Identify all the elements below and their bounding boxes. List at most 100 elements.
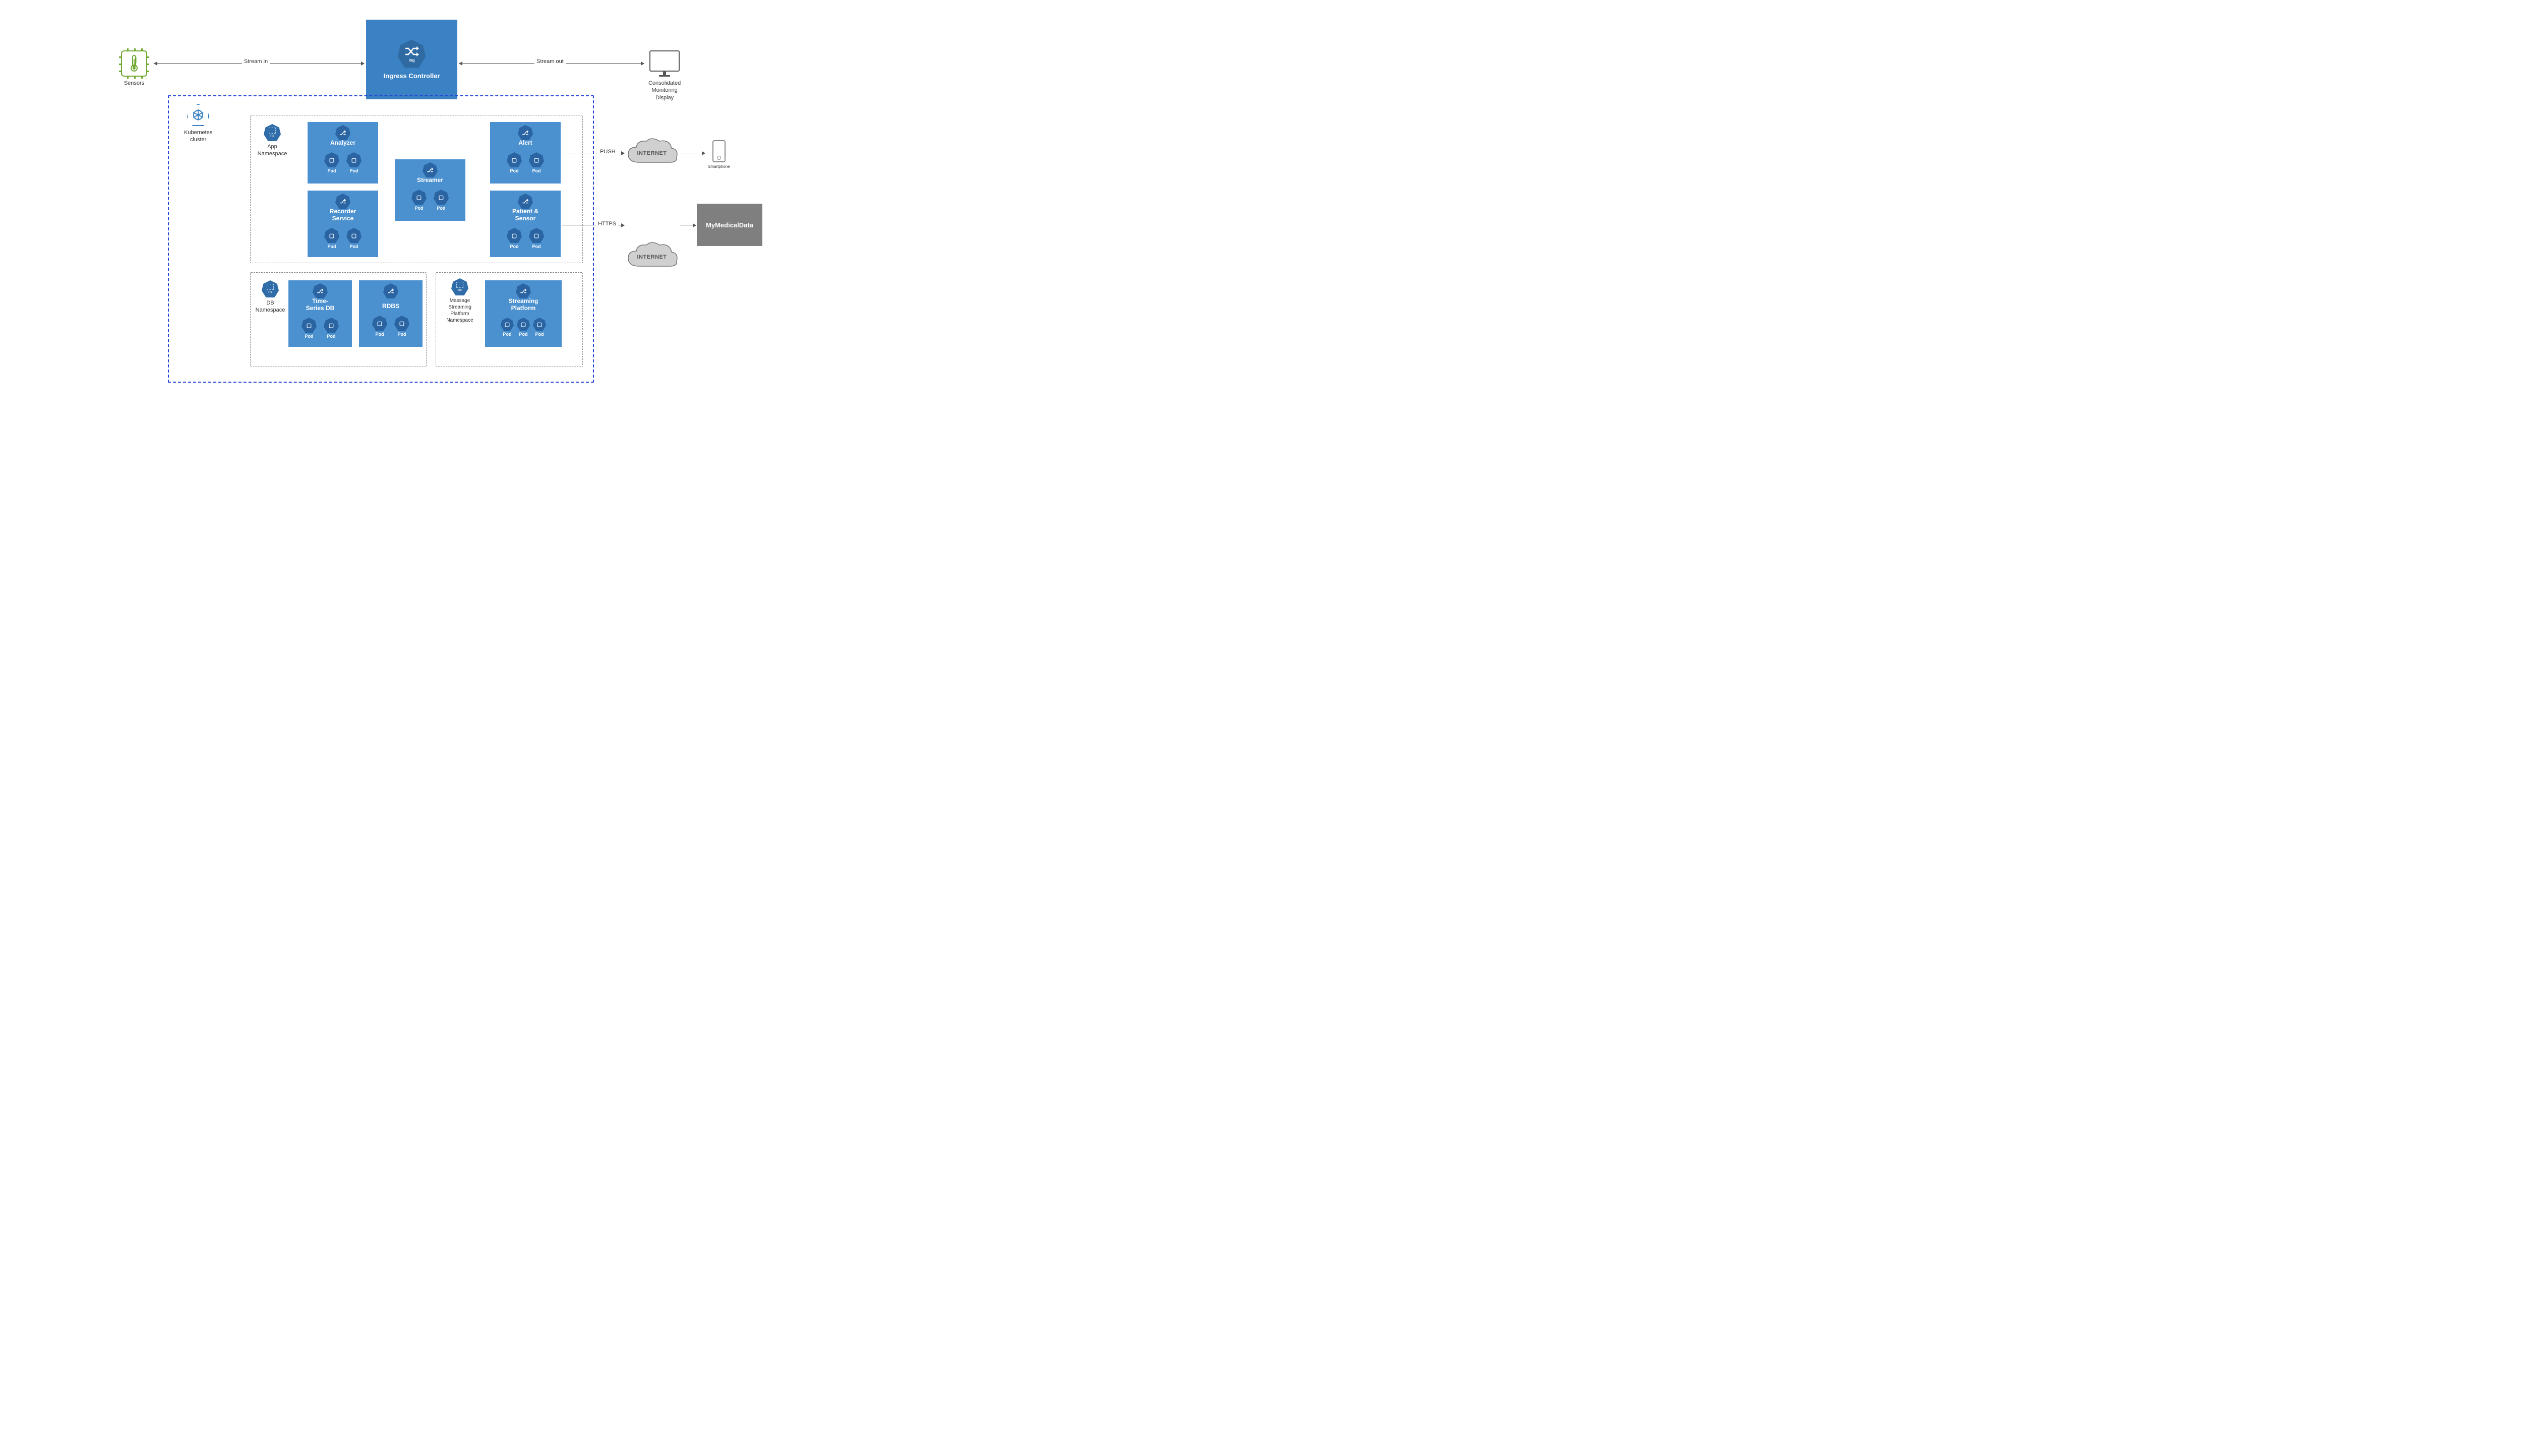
- service-streaming-platform: ⎇ Streaming Platform ▢Pod ▢Pod ▢Pod: [485, 280, 562, 347]
- smartphone-icon: [712, 140, 726, 162]
- pod-icon: ▢: [372, 316, 387, 331]
- internet-cloud-1: INTERNET: [624, 137, 680, 169]
- service-title: Alert: [490, 139, 561, 146]
- pod-icon: ▢: [324, 152, 339, 167]
- edge-https-label: HTTPS: [596, 221, 618, 227]
- pod-label: Pod: [415, 206, 424, 211]
- pod-icon: ▢: [394, 316, 409, 331]
- ingress-badge: ing: [409, 58, 415, 63]
- pod: ▢Pod: [302, 318, 317, 339]
- service-rdbs: ⎇ RDBS ▢Pod ▢Pod: [359, 280, 423, 347]
- pod-label: Pod: [510, 168, 519, 173]
- ingress-hept-icon: ing: [398, 40, 426, 68]
- pod: ▢Pod: [434, 190, 449, 211]
- smartphone-node: Smartphone: [708, 140, 730, 169]
- pod-icon: ▢: [324, 228, 339, 243]
- service-icon: ⎇: [335, 125, 350, 140]
- service-streamer: ⎇ Streamer ▢Pod ▢Pod: [395, 159, 465, 221]
- service-icon: ⎇: [313, 283, 328, 298]
- smartphone-label: Smartphone: [708, 164, 730, 169]
- pod: ▢Pod: [324, 152, 339, 173]
- pod: ▢Pod: [411, 190, 427, 211]
- service-title: Streamer: [395, 176, 465, 184]
- namespace-icon: ns: [262, 280, 279, 297]
- pod: ▢Pod: [346, 228, 362, 249]
- pod-label: Pod: [376, 332, 384, 337]
- service-icon: ⎇: [423, 162, 438, 177]
- pod: ▢Pod: [324, 228, 339, 249]
- db-ns-label: DB Namespace: [256, 299, 285, 314]
- pod-label: Pod: [519, 332, 528, 337]
- namespace-icon: ns: [264, 124, 281, 141]
- pod-label: Pod: [532, 168, 541, 173]
- pod: ▢Pod: [507, 228, 522, 249]
- sensors-label: Sensors: [124, 80, 144, 87]
- db-namespace-label-group: ns DB Namespace: [255, 280, 285, 314]
- app-ns-badge: ns: [270, 134, 274, 138]
- k8s-wheel-icon: [187, 104, 209, 126]
- msg-namespace-label-group: ns Massage Streaming Platform Namespace: [441, 278, 479, 324]
- service-title: Analyzer: [308, 139, 378, 146]
- pod: ▢Pod: [346, 152, 362, 173]
- pod-icon: ▢: [346, 152, 362, 167]
- service-title: Patient & Sensor: [490, 208, 561, 222]
- pod-label: Pod: [437, 206, 446, 211]
- pod-icon: ▢: [346, 228, 362, 243]
- pod-label: Pod: [532, 244, 541, 249]
- pod-icon: ▢: [501, 318, 514, 331]
- service-icon: ⎇: [335, 194, 350, 209]
- pod-label: Pod: [510, 244, 519, 249]
- pod: ▢Pod: [394, 316, 409, 337]
- ingress-controller: ing Ingress Controller: [366, 20, 457, 99]
- monitor-icon: [649, 50, 680, 72]
- ns-inner-icon: [267, 284, 274, 290]
- service-title: Streaming Platform: [485, 297, 562, 312]
- pod: ▢Pod: [533, 318, 546, 337]
- pod-label: Pod: [328, 244, 336, 249]
- pod-label: Pod: [350, 244, 358, 249]
- pod-label: Pod: [503, 332, 512, 337]
- internet-cloud-2: INTERNET: [624, 241, 680, 273]
- service-tsdb: ⎇ Time- Series DB ▢Pod ▢Pod: [288, 280, 352, 347]
- sensor-chip-icon: [121, 50, 147, 77]
- pod-label: Pod: [327, 334, 336, 339]
- pod: ▢Pod: [529, 152, 544, 173]
- edge-stream-out-label: Stream out: [534, 58, 566, 65]
- pod-label: Pod: [398, 332, 406, 337]
- k8s-cluster-label-group: Kubernetes cluster: [184, 104, 212, 144]
- service-icon: ⎇: [518, 125, 533, 140]
- service-icon: ⎇: [518, 194, 533, 209]
- monitor-label: Consolidated Monitoring Display: [648, 80, 681, 101]
- pod: ▢Pod: [372, 316, 387, 337]
- pod: ▢Pod: [529, 228, 544, 249]
- service-title: Recorder Service: [308, 208, 378, 222]
- edge-stream-in-label: Stream in: [242, 58, 270, 65]
- app-ns-label: App Namespace: [258, 143, 287, 158]
- sensors-node: Sensors: [121, 50, 147, 87]
- pod-label: Pod: [535, 332, 544, 337]
- thermometer-icon: [130, 55, 139, 72]
- pod-label: Pod: [328, 168, 336, 173]
- db-ns-badge: ns: [268, 290, 272, 294]
- ns-inner-icon: [269, 128, 276, 134]
- pod-icon: ▢: [507, 152, 522, 167]
- service-patient-sensor: ⎇ Patient & Sensor ▢Pod ▢Pod: [490, 191, 561, 257]
- edge-push-label: PUSH: [598, 149, 618, 155]
- app-namespace-label-group: ns App Namespace: [257, 124, 287, 158]
- service-recorder: ⎇ Recorder Service ▢Pod ▢Pod: [308, 191, 378, 257]
- pod-icon: ▢: [529, 228, 544, 243]
- pod: ▢Pod: [517, 318, 530, 337]
- service-icon: ⎇: [383, 283, 398, 298]
- pod-label: Pod: [305, 334, 314, 339]
- k8s-cluster-label: Kubernetes cluster: [184, 129, 212, 144]
- pod: ▢Pod: [507, 152, 522, 173]
- pod-label: Pod: [350, 168, 358, 173]
- service-icon: ⎇: [516, 283, 531, 298]
- pod-icon: ▢: [529, 152, 544, 167]
- pod-icon: ▢: [411, 190, 427, 205]
- pod-icon: ▢: [533, 318, 546, 331]
- pod-icon: ▢: [302, 318, 317, 333]
- service-title: RDBS: [359, 302, 423, 310]
- shuffle-icon: [404, 45, 419, 57]
- msg-ns-label: Massage Streaming Platform Namespace: [446, 297, 473, 324]
